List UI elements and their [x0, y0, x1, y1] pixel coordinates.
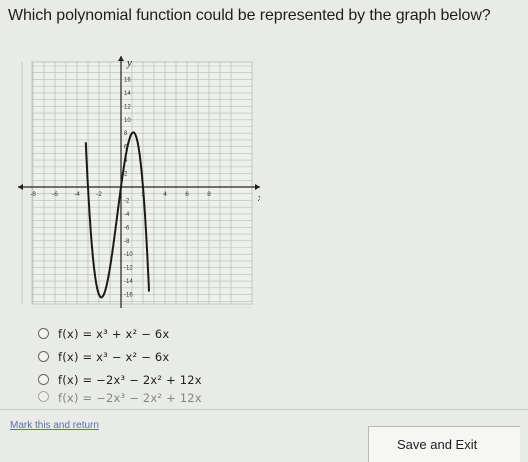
x-tick-label: 8 [207, 191, 211, 198]
x-tick-label: -8 [30, 191, 36, 198]
function-graph: -8 -6 -4 -2 2 4 6 8 161412108642-2-4-6-8-10-12-… [18, 56, 260, 308]
y-tick-label: 12 [124, 104, 131, 110]
option-3[interactable]: f(x) = −2x³ − 2x² + 12x [38, 368, 202, 391]
x-tick-label: -4 [74, 191, 80, 198]
option-label: f(x) = −2x³ − 2x² + 12x [58, 391, 202, 405]
y-tick-label: -2 [124, 198, 130, 204]
radio-button[interactable] [38, 374, 49, 385]
option-2[interactable]: f(x) = x³ − x² − 6x [38, 345, 202, 368]
graph-grid [21, 61, 253, 308]
save-and-exit-button[interactable]: Save and Exit [368, 426, 520, 462]
radio-button[interactable] [38, 328, 49, 339]
y-axis-label: y [126, 57, 132, 69]
y-tick-label: 10 [124, 118, 131, 124]
x-tick-label: 6 [185, 191, 189, 198]
y-tick-label: -4 [124, 212, 130, 218]
x-tick-label: -6 [52, 191, 58, 198]
option-label: f(x) = x³ + x² − 6x [58, 326, 170, 341]
option-4[interactable]: f(x) = −2x³ − 2x² + 12x [38, 391, 202, 405]
y-tick-label: -10 [124, 252, 133, 258]
y-tick-label: -16 [124, 293, 133, 299]
y-tick-label: 16 [124, 77, 131, 83]
answer-options: f(x) = x³ + x² − 6x f(x) = x³ − x² − 6x … [38, 322, 202, 405]
mark-and-return-link[interactable]: Mark this and return [10, 420, 99, 431]
y-tick-label: 14 [124, 91, 131, 97]
x-axis-arrow-left [18, 184, 23, 190]
x-tick-label: -2 [96, 191, 102, 198]
y-tick-label: -12 [124, 266, 133, 272]
option-label: f(x) = −2x³ − 2x² + 12x [58, 372, 202, 387]
radio-button[interactable] [38, 351, 49, 362]
x-tick-label: 4 [163, 191, 167, 198]
footer-divider [0, 409, 528, 410]
x-axis-label: x [257, 192, 260, 204]
x-axis-arrow-right [255, 184, 260, 190]
y-axis-arrow-up [118, 56, 124, 61]
question-text: Which polynomial function could be repre… [8, 7, 491, 24]
y-tick-label: -6 [124, 225, 130, 231]
radio-button[interactable] [38, 391, 49, 402]
y-tick-label: -14 [124, 279, 133, 285]
y-tick-label: -8 [124, 239, 130, 245]
option-1[interactable]: f(x) = x³ + x² − 6x [38, 322, 202, 345]
option-label: f(x) = x³ − x² − 6x [58, 349, 170, 364]
